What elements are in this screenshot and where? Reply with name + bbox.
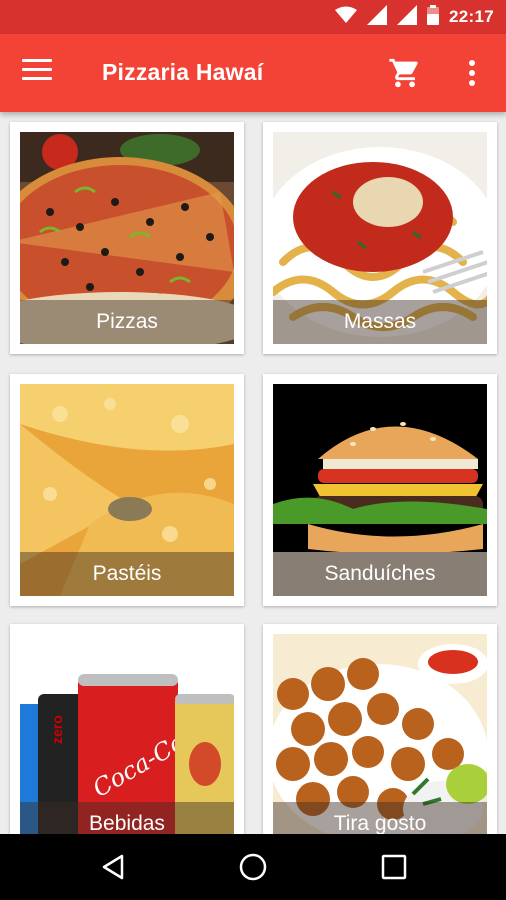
back-icon[interactable] xyxy=(98,850,132,884)
hamburger-menu-icon[interactable] xyxy=(22,59,52,87)
category-label: Tira gosto xyxy=(273,802,487,834)
svg-text:zero: zero xyxy=(49,715,65,744)
battery-icon xyxy=(427,4,440,30)
recents-icon[interactable] xyxy=(377,850,411,884)
app-bar: Pizzaria Hawaí xyxy=(0,34,506,112)
category-grid: Pizzas Massas Pastéis Sanduíches zero Co… xyxy=(0,112,506,834)
category-label: Pizzas xyxy=(20,300,234,344)
category-label: Pastéis xyxy=(20,552,234,596)
app-title: Pizzaria Hawaí xyxy=(102,59,264,85)
status-bar: 22:17 xyxy=(0,0,506,34)
category-label: Bebidas xyxy=(20,802,234,834)
signal-icon xyxy=(397,4,418,30)
home-icon[interactable] xyxy=(236,850,270,884)
snacks-image: Tira gosto xyxy=(273,634,487,834)
pizza-image: Pizzas xyxy=(20,132,234,344)
category-card-bebidas[interactable]: zero Coca-Cola Bebidas xyxy=(10,624,244,834)
category-card-sanduiches[interactable]: Sanduíches xyxy=(263,374,497,606)
status-icons: 22:17 xyxy=(335,4,494,30)
pastel-image: Pastéis xyxy=(20,384,234,596)
wifi-icon xyxy=(335,6,358,29)
navigation-bar xyxy=(0,834,506,900)
drinks-image: zero Coca-Cola Bebidas xyxy=(20,634,234,834)
category-card-massas[interactable]: Massas xyxy=(263,122,497,354)
pasta-image: Massas xyxy=(273,132,487,344)
status-time: 22:17 xyxy=(449,7,494,26)
category-card-pizzas[interactable]: Pizzas xyxy=(10,122,244,354)
shopping-cart-icon[interactable] xyxy=(388,56,422,90)
category-card-tira-gosto[interactable]: Tira gosto xyxy=(263,624,497,834)
more-vertical-icon[interactable] xyxy=(463,58,481,88)
sandwich-image: Sanduíches xyxy=(273,384,487,596)
signal-icon xyxy=(367,4,388,30)
category-label: Sanduíches xyxy=(273,552,487,596)
category-card-pasteis[interactable]: Pastéis xyxy=(10,374,244,606)
category-label: Massas xyxy=(273,300,487,344)
